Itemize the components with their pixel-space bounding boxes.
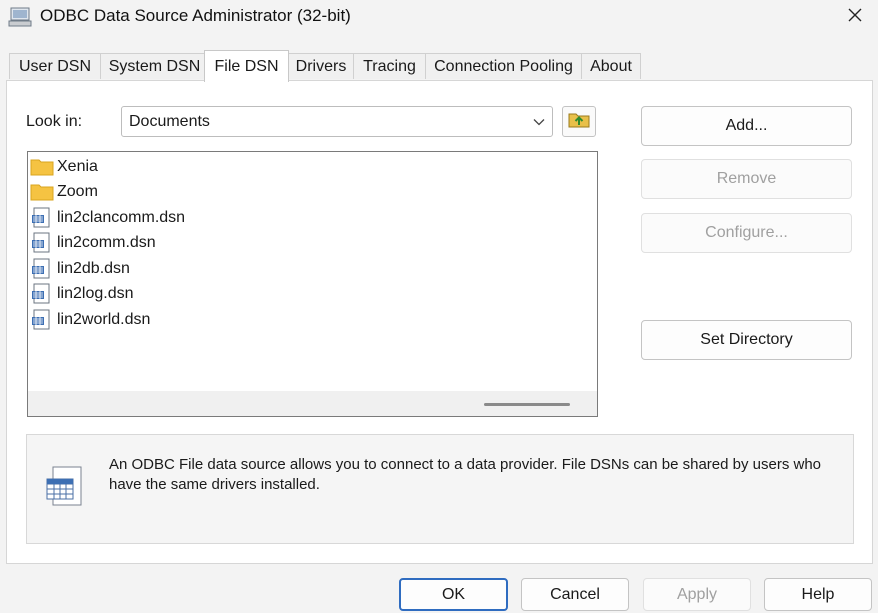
folder-up-icon [568, 110, 590, 133]
configure-button[interactable]: Configure... [641, 213, 852, 253]
file-list[interactable]: Xenia Zoom lin2clancomm.dsn lin2comm.dsn… [27, 151, 598, 417]
file-name: lin2clancomm.dsn [57, 209, 186, 226]
close-icon [848, 8, 862, 27]
window-title: ODBC Data Source Administrator (32-bit) [40, 6, 351, 25]
tab-about[interactable]: About [581, 53, 641, 79]
ok-button[interactable]: OK [399, 578, 508, 611]
dsn-file-icon [29, 309, 55, 331]
folder-up-button[interactable] [562, 106, 596, 137]
dsn-file-icon [29, 258, 55, 280]
close-button[interactable] [832, 0, 878, 34]
dsn-file-icon [29, 207, 55, 229]
list-item[interactable]: lin2log.dsn [29, 282, 134, 306]
file-name: lin2world.dsn [57, 311, 151, 328]
set-directory-button[interactable]: Set Directory [641, 320, 852, 360]
horizontal-scrollbar[interactable] [28, 391, 597, 416]
help-button[interactable]: Help [764, 578, 872, 611]
file-name: Xenia [57, 158, 98, 175]
info-box: An ODBC File data source allows you to c… [26, 434, 854, 544]
tab-drivers[interactable]: Drivers [288, 53, 354, 79]
file-name: Zoom [57, 183, 98, 200]
list-item[interactable]: lin2world.dsn [29, 308, 150, 332]
tab-user-dsn[interactable]: User DSN [9, 53, 101, 79]
scrollbar-thumb[interactable] [484, 403, 570, 406]
file-name: lin2db.dsn [57, 260, 130, 277]
apply-button[interactable]: Apply [643, 578, 751, 611]
list-item[interactable]: lin2comm.dsn [29, 231, 156, 255]
tab-tracing[interactable]: Tracing [353, 53, 426, 79]
list-item[interactable]: Zoom [29, 180, 98, 204]
list-item[interactable]: lin2db.dsn [29, 257, 130, 281]
list-item[interactable]: lin2clancomm.dsn [29, 206, 185, 230]
odbc-app-icon [8, 6, 32, 28]
look-in-label: Look in: [26, 113, 83, 130]
folder-icon [29, 181, 55, 203]
add-button[interactable]: Add... [641, 106, 852, 146]
file-name: lin2comm.dsn [57, 234, 156, 251]
folder-icon [29, 156, 55, 178]
dsn-file-icon [29, 283, 55, 305]
look-in-dropdown[interactable]: Documents [121, 106, 553, 137]
tab-file-dsn[interactable]: File DSN [204, 50, 289, 82]
title-bar: ODBC Data Source Administrator (32-bit) [0, 0, 878, 34]
cancel-button[interactable]: Cancel [521, 578, 629, 611]
tab-connection-pooling[interactable]: Connection Pooling [425, 53, 582, 79]
info-text: An ODBC File data source allows you to c… [109, 456, 822, 493]
dsn-info-icon [41, 463, 89, 511]
chevron-down-icon [532, 115, 546, 129]
look-in-value: Documents [129, 113, 210, 130]
dsn-file-icon [29, 232, 55, 254]
tab-system-dsn[interactable]: System DSN [100, 53, 209, 79]
file-name: lin2log.dsn [57, 285, 134, 302]
list-item[interactable]: Xenia [29, 155, 98, 179]
remove-button[interactable]: Remove [641, 159, 852, 199]
